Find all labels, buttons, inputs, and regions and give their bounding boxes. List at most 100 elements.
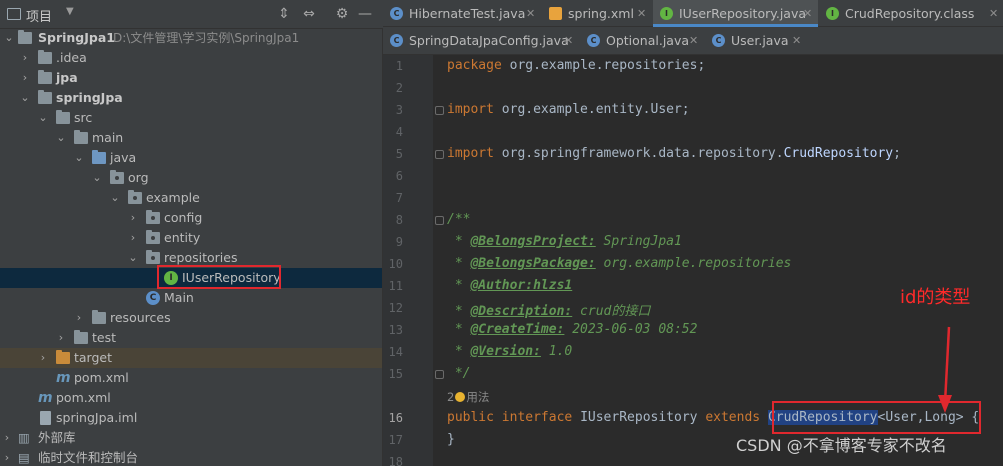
module-file-icon xyxy=(40,411,51,425)
watermark: CSDN @不拿博客专家不改名 xyxy=(736,436,947,455)
close-icon[interactable]: ✕ xyxy=(989,0,998,27)
project-panel-title: 项目 xyxy=(26,10,53,25)
project-path: D:\文件管理\学习实例\SpringJpa1 xyxy=(113,31,300,45)
chevron-right-icon[interactable]: › xyxy=(55,328,67,348)
chevron-right-icon[interactable]: › xyxy=(73,308,85,328)
tree-item-java[interactable]: ⌄ java xyxy=(0,148,382,168)
tree-item-external-libraries[interactable]: › ▥ 外部库 xyxy=(0,428,382,448)
chevron-down-icon[interactable]: ⌄ xyxy=(55,128,67,148)
tree-item-src[interactable]: ⌄ src xyxy=(0,108,382,128)
chevron-right-icon[interactable]: › xyxy=(19,48,31,68)
code-line-5[interactable]: import org.springframework.data.reposito… xyxy=(447,146,901,161)
chevron-right-icon[interactable]: › xyxy=(37,348,49,368)
tree-item-pom-springjpa[interactable]: m pom.xml xyxy=(0,368,382,388)
doc-value: SpringJpa1 xyxy=(595,234,682,249)
tree-item-test[interactable]: › test xyxy=(0,328,382,348)
class-icon: C xyxy=(712,34,725,47)
tab-optional[interactable]: C Optional.java ✕ xyxy=(580,27,704,54)
maven-icon: m xyxy=(56,370,71,386)
fold-marker-icon[interactable] xyxy=(435,150,444,159)
chevron-down-icon[interactable]: ⌄ xyxy=(91,168,103,188)
tab-crudrepository-class[interactable]: I CrudRepository.class ✕ xyxy=(819,0,1003,27)
tree-item-springjpa[interactable]: ⌄ springJpa xyxy=(0,88,382,108)
gear-icon[interactable]: ⚙ xyxy=(333,5,351,23)
chevron-right-icon[interactable]: › xyxy=(1,428,13,448)
doc-line[interactable]: * @BelongsPackage: org.example.repositor… xyxy=(447,256,792,271)
chevron-down-icon[interactable]: ⌄ xyxy=(73,148,85,168)
fold-marker-icon[interactable] xyxy=(435,106,444,115)
annotation-text: id的类型 xyxy=(900,287,971,308)
tree-item-idea[interactable]: › .idea xyxy=(0,48,382,68)
close-icon[interactable]: ✕ xyxy=(637,0,646,27)
chevron-right-icon[interactable]: › xyxy=(127,208,139,228)
collapse-all-icon[interactable]: ⇔ xyxy=(300,5,318,23)
tree-item-org[interactable]: ⌄ org xyxy=(0,168,382,188)
doc-end[interactable]: */ xyxy=(447,366,471,381)
chevron-right-icon[interactable]: › xyxy=(1,448,13,466)
doc-line[interactable]: * @Author:hlzs1 xyxy=(447,278,572,293)
tree-item-scratches[interactable]: › ▤ 临时文件和控制台 xyxy=(0,448,382,466)
folder-icon xyxy=(74,330,88,344)
expand-all-icon[interactable]: ⇕ xyxy=(275,5,293,23)
tab-label: SpringDataJpaConfig.java xyxy=(409,33,569,48)
line-number: 18 xyxy=(388,455,403,466)
code-line-8[interactable]: /** xyxy=(447,212,470,227)
doc-line[interactable]: * @BelongsProject: SpringJpa1 xyxy=(447,234,682,249)
tree-item-target[interactable]: › target xyxy=(0,348,382,368)
chevron-down-icon[interactable]: ⌄ xyxy=(37,108,49,128)
tree-item-jpa[interactable]: › jpa xyxy=(0,68,382,88)
tree-item-label: SpringJpa1 xyxy=(38,30,115,45)
tab-label: spring.xml xyxy=(568,6,634,21)
line-number: 9 xyxy=(395,235,403,249)
tab-hibernatetest[interactable]: C HibernateTest.java ✕ xyxy=(383,0,541,27)
code-line-3[interactable]: import org.example.entity.User; xyxy=(447,102,690,117)
close-icon[interactable]: ✕ xyxy=(792,27,801,54)
chevron-right-icon[interactable]: › xyxy=(19,68,31,88)
usages-hint[interactable]: 2 用法 xyxy=(447,389,489,405)
tab-iuserrepository[interactable]: I IUserRepository.java ✕ xyxy=(653,0,818,27)
tree-item-resources[interactable]: › resources xyxy=(0,308,382,328)
tree-item-label: org xyxy=(128,170,149,185)
class-icon: C xyxy=(390,7,403,20)
line-number: 7 xyxy=(395,191,403,205)
doc-line[interactable]: * @CreateTime: 2023-06-03 08:52 xyxy=(447,322,698,337)
tab-spring-xml[interactable]: spring.xml ✕ xyxy=(542,0,652,27)
usages-label: 用法 xyxy=(466,390,490,404)
doc-line[interactable]: * @Description: crud的接口 xyxy=(447,300,651,319)
tree-item-config[interactable]: › config xyxy=(0,208,382,228)
view-dropdown-icon[interactable]: ▼ xyxy=(66,6,74,17)
lightbulb-icon[interactable] xyxy=(455,392,466,402)
tree-item-entity[interactable]: › entity xyxy=(0,228,382,248)
class-icon: C xyxy=(146,291,160,305)
tree-item-label: config xyxy=(164,210,203,225)
close-icon[interactable]: ✕ xyxy=(564,27,573,54)
close-icon[interactable]: ✕ xyxy=(803,0,812,27)
project-view-icon xyxy=(7,8,21,20)
scratches-icon: ▤ xyxy=(18,450,30,465)
tree-item-main[interactable]: ⌄ main xyxy=(0,128,382,148)
tree-item-springjpa1[interactable]: ⌄ SpringJpa1 D:\文件管理\学习实例\SpringJpa1 xyxy=(0,28,382,48)
tree-item-example[interactable]: ⌄ example xyxy=(0,188,382,208)
tab-user[interactable]: C User.java ✕ xyxy=(705,27,807,54)
fold-marker-icon[interactable] xyxy=(435,370,444,379)
chevron-down-icon[interactable]: ⌄ xyxy=(127,248,139,268)
chevron-down-icon[interactable]: ⌄ xyxy=(109,188,121,208)
tree-item-iml[interactable]: springJpa.iml xyxy=(0,408,382,428)
code-line-17[interactable]: } xyxy=(447,432,455,447)
fold-marker-icon[interactable] xyxy=(435,216,444,225)
code-line-1[interactable]: package org.example.repositories; xyxy=(447,58,705,73)
line-number: 10 xyxy=(388,257,403,271)
tree-item-main-class[interactable]: C Main xyxy=(0,288,382,308)
doc-line[interactable]: * @Version: 1.0 xyxy=(447,344,572,359)
chevron-down-icon[interactable]: ⌄ xyxy=(3,28,15,48)
tree-item-pom-root[interactable]: m pom.xml xyxy=(0,388,382,408)
close-icon[interactable]: ✕ xyxy=(526,0,535,27)
close-icon[interactable]: ✕ xyxy=(689,27,698,54)
tab-springdatajpaconfig[interactable]: C SpringDataJpaConfig.java ✕ xyxy=(383,27,579,54)
hide-panel-icon[interactable]: — xyxy=(356,5,374,23)
package-icon xyxy=(146,230,160,244)
chevron-down-icon[interactable]: ⌄ xyxy=(19,88,31,108)
tab-bar-row1: C HibernateTest.java ✕ spring.xml ✕ I IU… xyxy=(383,0,1003,27)
folder-icon xyxy=(18,30,32,44)
chevron-right-icon[interactable]: › xyxy=(127,228,139,248)
